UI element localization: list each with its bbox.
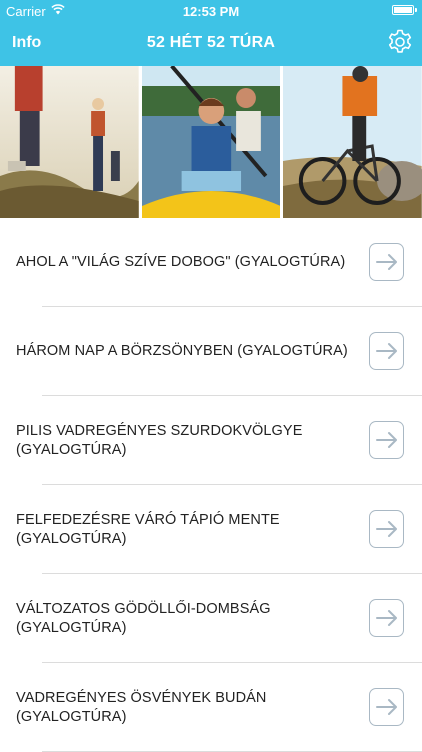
- open-trip-button[interactable]: [369, 243, 404, 281]
- gear-icon: [388, 29, 412, 53]
- cyclist-photo: [283, 66, 422, 218]
- trip-list-item[interactable]: HÁROM NAP A BÖRZSÖNYBEN (GYALOGTÚRA): [0, 307, 422, 396]
- arrow-right-icon: [375, 610, 397, 626]
- trip-title: VADREGÉNYES ÖSVÉNYEK BUDÁN (GYALOGTÚRA): [16, 689, 267, 725]
- open-trip-button[interactable]: [369, 599, 404, 637]
- trip-title: HÁROM NAP A BÖRZSÖNYBEN (GYALOGTÚRA): [16, 343, 348, 359]
- info-button[interactable]: Info: [12, 34, 41, 52]
- trip-list-item[interactable]: VADREGÉNYES ÖSVÉNYEK BUDÁN (GYALOGTÚRA): [0, 663, 422, 752]
- trip-title: PILIS VADREGÉNYES SZURDOKVÖLGYE (GYALOGT…: [16, 422, 303, 458]
- page-title: 52 HÉT 52 TÚRA: [146, 34, 276, 51]
- open-trip-button[interactable]: [369, 688, 404, 726]
- arrow-right-icon: [375, 699, 397, 715]
- kayakers-photo: [141, 66, 281, 218]
- navigation-header: Carrier 12:53 PM Info 52 HÉT 52 TÚRA: [0, 0, 422, 66]
- battery-icon: [392, 5, 417, 15]
- open-trip-button[interactable]: [369, 510, 404, 548]
- status-time: 12:53 PM: [182, 4, 240, 19]
- trip-list-item[interactable]: FELFEDEZÉSRE VÁRÓ TÁPIÓ MENTE (GYALOGTÚR…: [0, 485, 422, 574]
- open-trip-button[interactable]: [369, 421, 404, 459]
- trip-list: AHOL A "VILÁG SZÍVE DOBOG" (GYALOGTÚRA) H…: [0, 218, 422, 752]
- arrow-right-icon: [375, 521, 397, 537]
- trip-list-item[interactable]: AHOL A "VILÁG SZÍVE DOBOG" (GYALOGTÚRA): [0, 218, 422, 307]
- photo-banner: [0, 66, 422, 218]
- trip-title: VÁLTOZATOS GÖDÖLLŐI-DOMBSÁG (GYALOGTÚRA): [16, 600, 271, 636]
- trip-list-item[interactable]: PILIS VADREGÉNYES SZURDOKVÖLGYE (GYALOGT…: [0, 396, 422, 485]
- trip-title: AHOL A "VILÁG SZÍVE DOBOG" (GYALOGTÚRA): [16, 254, 346, 270]
- settings-button[interactable]: [386, 28, 414, 56]
- arrow-right-icon: [375, 343, 397, 359]
- arrow-right-icon: [375, 432, 397, 448]
- arrow-right-icon: [375, 254, 397, 270]
- trip-list-item[interactable]: VÁLTOZATOS GÖDÖLLŐI-DOMBSÁG (GYALOGTÚRA): [0, 574, 422, 663]
- open-trip-button[interactable]: [369, 332, 404, 370]
- hikers-photo: [0, 66, 139, 218]
- status-bar: Carrier 12:53 PM: [0, 0, 422, 22]
- trip-title: FELFEDEZÉSRE VÁRÓ TÁPIÓ MENTE (GYALOGTÚR…: [16, 511, 280, 547]
